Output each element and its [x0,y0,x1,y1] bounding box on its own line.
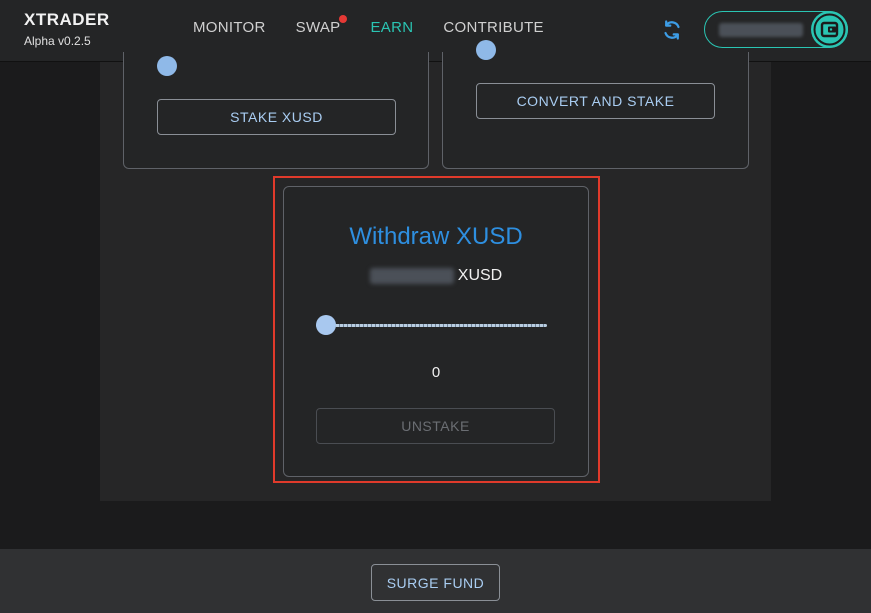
wallet-icon [811,11,848,48]
withdraw-title: Withdraw XUSD [349,223,523,250]
nav-swap[interactable]: SWAP [281,0,356,54]
nav-monitor[interactable]: MONITOR [178,0,281,54]
radio-option[interactable] [476,40,496,60]
slider-thumb[interactable] [316,315,336,335]
balance-unit: XUSD [457,267,503,284]
wallet-address-redacted [719,23,803,37]
refresh-icon[interactable] [660,18,684,42]
staked-balance: XUSD [284,267,588,285]
surge-fund-button[interactable]: SURGE FUND [371,564,500,601]
withdraw-amount-value: 0 [431,364,441,381]
nav-monitor-label: MONITOR [193,18,266,36]
stake-xusd-button[interactable]: STAKE XUSD [157,99,396,135]
withdraw-amount-slider[interactable] [316,315,547,335]
nav-earn-label: EARN [370,18,414,36]
brand-logo: XTRADER [24,10,110,29]
notification-dot [339,15,348,23]
convert-stake-card: CONVERT AND STAKE [442,40,749,169]
slider-track[interactable] [316,324,547,327]
stake-xusd-card: STAKE XUSD [123,52,429,169]
nav-contribute-label: CONTRIBUTE [443,18,544,36]
withdraw-card: Withdraw XUSD XUSD 0 UNSTAKE [283,186,589,477]
radio-option[interactable] [157,56,177,76]
balance-amount-redacted [369,268,454,284]
unstake-button[interactable]: UNSTAKE [316,408,555,444]
nav-earn[interactable]: EARN [355,0,429,54]
convert-and-stake-button[interactable]: CONVERT AND STAKE [476,83,715,119]
brand: XTRADER Alpha v0.2.5 [24,10,110,48]
app-version: Alpha v0.2.5 [24,34,91,48]
wallet-button[interactable] [704,11,848,48]
nav-swap-label: SWAP [295,18,341,36]
footer-bar: SURGE FUND [0,549,871,613]
